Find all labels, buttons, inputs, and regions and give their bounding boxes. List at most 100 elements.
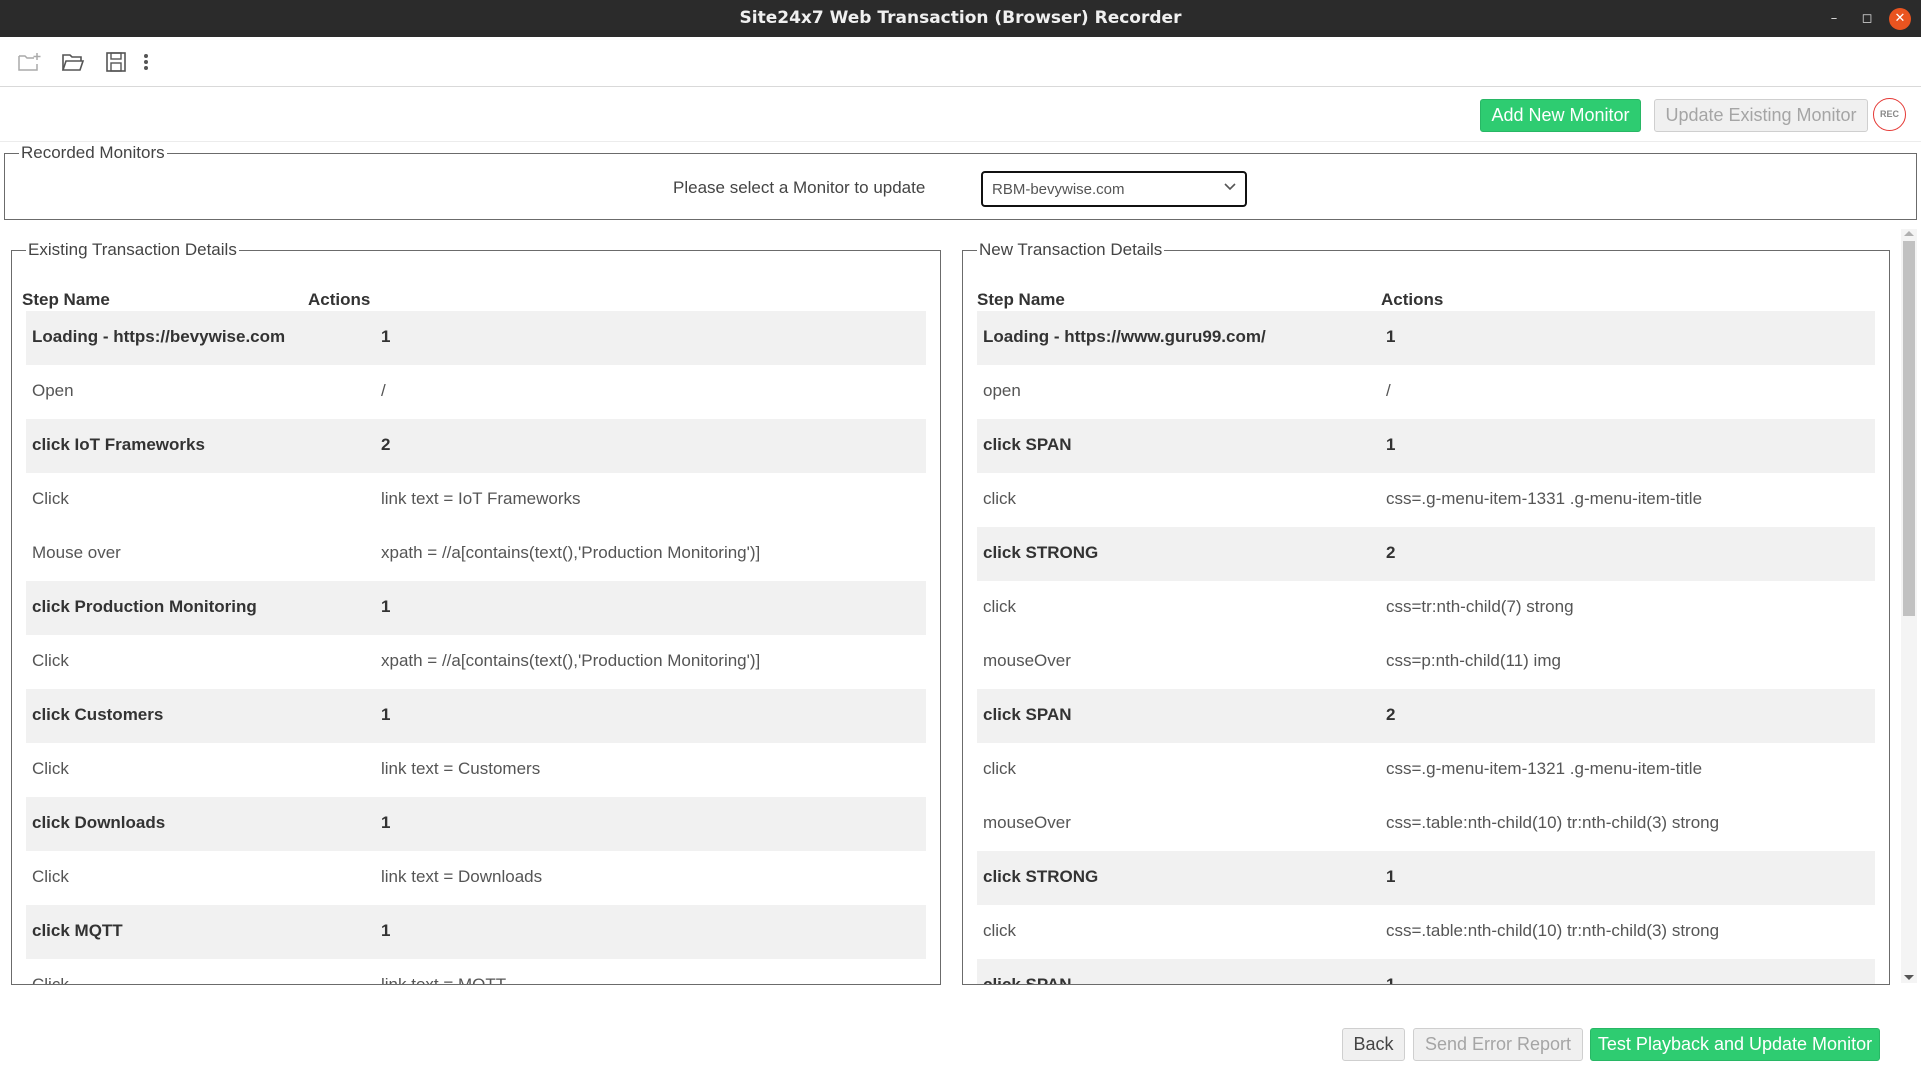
- step-name-cell: click: [983, 759, 1017, 778]
- step-name-cell: click Customers: [32, 705, 164, 724]
- step-action-row[interactable]: Click link text = Downloads: [26, 851, 926, 905]
- step-name-cell: click SPAN: [983, 435, 1072, 454]
- step-name-header: Step Name: [22, 290, 110, 309]
- action-cell: 1: [381, 597, 391, 616]
- step-name-cell: Loading - https://www.guru99.com/: [983, 327, 1266, 346]
- update-existing-monitor-button[interactable]: Update Existing Monitor: [1654, 99, 1868, 132]
- step-action-row[interactable]: click css=.g-menu-item-1331 .g-menu-item-…: [977, 473, 1875, 527]
- step-group-row[interactable]: click STRONG 1: [977, 851, 1875, 905]
- actions-header: Actions: [1381, 290, 1444, 309]
- action-cell: 1: [1386, 327, 1396, 346]
- back-button[interactable]: Back: [1342, 1028, 1405, 1061]
- send-error-report-button[interactable]: Send Error Report: [1413, 1028, 1583, 1061]
- existing-transaction-panel: Existing Transaction Details Step Name A…: [11, 240, 941, 985]
- action-cell: 1: [1386, 867, 1396, 886]
- step-name-cell: Click: [32, 759, 69, 778]
- record-button[interactable]: REC: [1873, 98, 1906, 131]
- close-button[interactable]: ✕: [1889, 8, 1911, 30]
- action-cell: 2: [1386, 543, 1396, 562]
- step-name-cell: click SPAN: [983, 975, 1072, 984]
- step-group-row[interactable]: click SPAN 1: [977, 959, 1875, 984]
- step-group-row[interactable]: click Downloads 1: [26, 797, 926, 851]
- open-folder-icon[interactable]: [60, 50, 86, 74]
- recorded-monitors-group: Recorded Monitors: [4, 143, 1917, 220]
- step-group-row[interactable]: click SPAN 2: [977, 689, 1875, 743]
- action-cell: 1: [381, 705, 391, 724]
- step-name-cell: click Production Monitoring: [32, 597, 257, 616]
- step-action-row[interactable]: Click xpath = //a[contains(text(),'Produc…: [26, 635, 926, 689]
- step-name-cell: Loading - https://bevywise.com: [32, 327, 286, 346]
- title-bar: Site24x7 Web Transaction (Browser) Recor…: [0, 0, 1921, 37]
- step-action-row[interactable]: Click link text = IoT Frameworks: [26, 473, 926, 527]
- action-cell: link text = IoT Frameworks: [381, 489, 581, 508]
- step-group-row[interactable]: click MQTT 1: [26, 905, 926, 959]
- step-name-cell: click: [983, 597, 1017, 616]
- action-cell: link text = Customers: [381, 759, 541, 778]
- select-monitor-label: Please select a Monitor to update: [673, 178, 926, 197]
- action-cell: css=tr:nth-child(7) strong: [1386, 597, 1574, 616]
- new-transaction-legend: New Transaction Details: [979, 240, 1163, 259]
- step-group-row[interactable]: click SPAN 1: [977, 419, 1875, 473]
- step-action-row[interactable]: mouseOver css=p:nth-child(11) img: [977, 635, 1875, 689]
- vertical-scrollbar[interactable]: [1901, 229, 1917, 983]
- action-cell: /: [381, 381, 386, 400]
- step-action-row[interactable]: mouseOver css=.table:nth-child(10) tr:nth…: [977, 797, 1875, 851]
- add-new-monitor-button[interactable]: Add New Monitor: [1480, 99, 1641, 132]
- step-action-row[interactable]: Open /: [26, 365, 926, 419]
- step-action-row[interactable]: Click link text = Customers: [26, 743, 926, 797]
- save-icon[interactable]: [103, 50, 129, 74]
- step-group-row[interactable]: click Customers 1: [26, 689, 926, 743]
- step-name-cell: click: [983, 489, 1017, 508]
- step-name-cell: Click: [32, 867, 69, 886]
- divider: [0, 141, 1921, 142]
- step-name-cell: Click: [32, 651, 69, 670]
- more-vert-icon[interactable]: [140, 50, 152, 74]
- action-cell: 1: [1386, 975, 1395, 984]
- step-group-row[interactable]: click STRONG 2: [977, 527, 1875, 581]
- step-name-cell: Mouse over: [32, 543, 121, 562]
- monitor-select[interactable]: RBM-bevywise.com: [981, 171, 1247, 207]
- step-name-cell: open: [983, 381, 1021, 400]
- step-action-row[interactable]: Click link text = MQTT: [26, 959, 926, 984]
- action-cell: 1: [1386, 435, 1396, 454]
- action-cell: css=.table:nth-child(10) tr:nth-child(3)…: [1386, 813, 1720, 832]
- action-cell: 2: [1386, 705, 1396, 724]
- chevron-down-icon: [1224, 183, 1236, 191]
- step-name-cell: click SPAN: [983, 705, 1072, 724]
- step-name-cell: Click: [32, 975, 69, 984]
- action-cell: 1: [381, 813, 391, 832]
- step-name-cell: click IoT Frameworks: [32, 435, 205, 454]
- step-group-row[interactable]: click Production Monitoring 1: [26, 581, 926, 635]
- window-title: Site24x7 Web Transaction (Browser) Recor…: [739, 8, 1182, 28]
- step-name-cell: Open: [32, 381, 74, 400]
- step-action-row[interactable]: Mouse over xpath = //a[contains(text(),'P…: [26, 527, 926, 581]
- action-cell: css=.g-menu-item-1331 .g-menu-item-title: [1386, 489, 1703, 508]
- step-group-row[interactable]: Loading - https://www.guru99.com/1: [977, 311, 1875, 365]
- action-cell: link text = Downloads: [381, 867, 543, 886]
- step-group-row[interactable]: click IoT Frameworks 2: [26, 419, 926, 473]
- step-name-cell: click STRONG: [983, 867, 1099, 886]
- new-folder-icon[interactable]: [16, 50, 42, 74]
- scrollbar-thumb[interactable]: [1903, 241, 1915, 616]
- step-action-row[interactable]: click css=tr:nth-child(7) strong: [977, 581, 1875, 635]
- maximize-button[interactable]: ◻: [1856, 8, 1878, 30]
- step-name-cell: mouseOver: [983, 651, 1071, 670]
- action-cell: xpath = //a[contains(text(),'Production …: [381, 651, 761, 670]
- action-cell: 1: [381, 921, 391, 940]
- new-steps-list: Loading - https://www.guru99.com/1 open / c…: [977, 311, 1875, 984]
- recorded-monitors-legend: Recorded Monitors: [21, 143, 165, 162]
- step-action-row[interactable]: click css=.table:nth-child(10) tr:nth-chi…: [977, 905, 1875, 959]
- step-action-row[interactable]: open /: [977, 365, 1875, 419]
- new-transaction-panel: New Transaction Details Step Name Action…: [962, 240, 1890, 985]
- existing-transaction-legend: Existing Transaction Details: [28, 240, 237, 259]
- test-playback-update-button[interactable]: Test Playback and Update Monitor: [1590, 1028, 1880, 1061]
- minimize-button[interactable]: –: [1823, 8, 1845, 30]
- step-name-cell: click: [983, 921, 1017, 940]
- step-name-cell: click Downloads: [32, 813, 166, 832]
- step-name-header: Step Name: [977, 290, 1065, 309]
- scroll-up-arrow-icon[interactable]: [1904, 231, 1914, 236]
- step-action-row[interactable]: click css=.g-menu-item-1321 .g-menu-item-…: [977, 743, 1875, 797]
- step-name-cell: mouseOver: [983, 813, 1071, 832]
- step-group-row[interactable]: Loading - https://bevywise.com 1: [26, 311, 926, 365]
- scroll-down-arrow-icon[interactable]: [1904, 975, 1914, 980]
